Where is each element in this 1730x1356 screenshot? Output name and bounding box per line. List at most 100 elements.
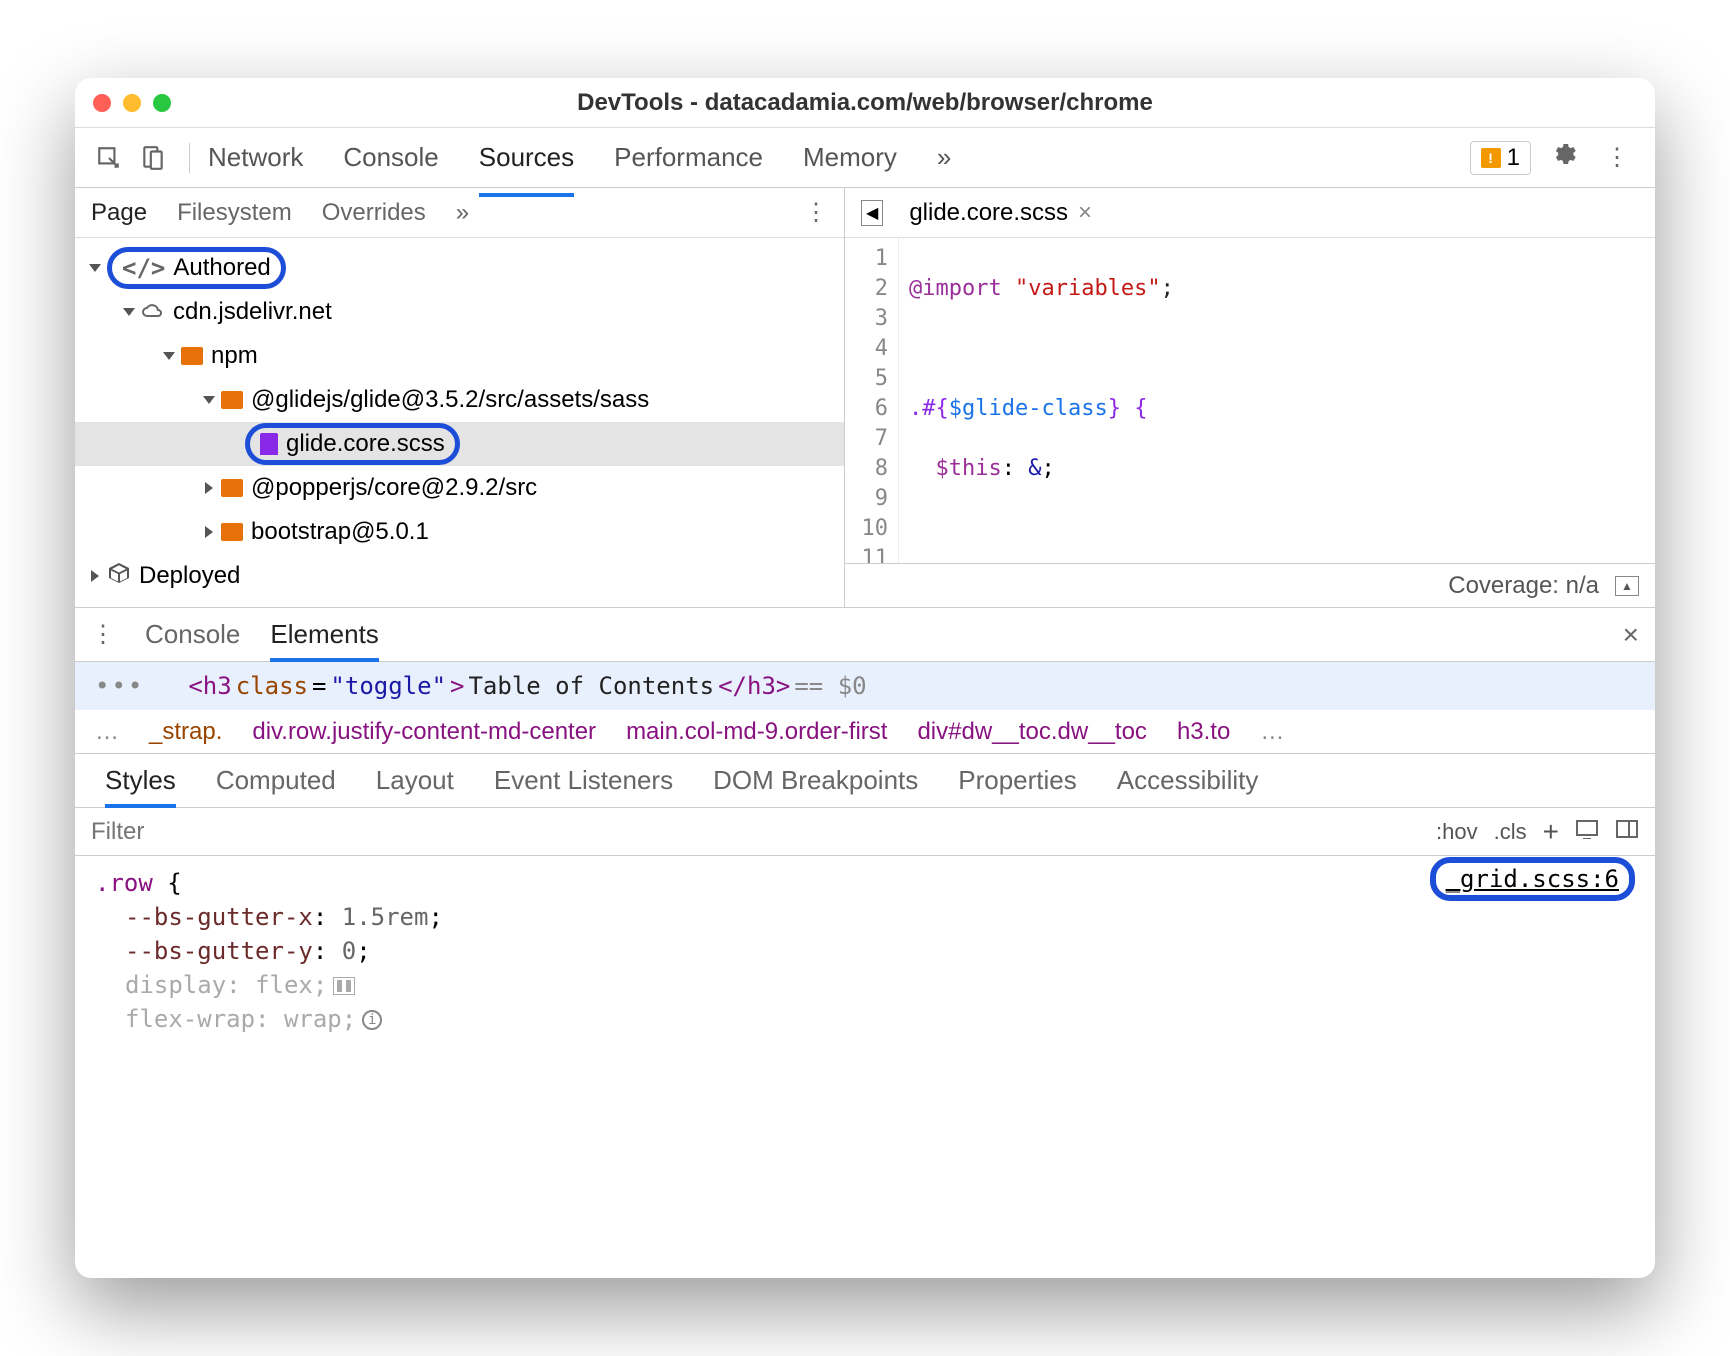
styles-tab-listeners[interactable]: Event Listeners (494, 765, 673, 796)
computed-toggle-icon[interactable] (1575, 819, 1599, 845)
more-menu-icon[interactable]: ⋮ (1595, 143, 1639, 172)
breadcrumb-item[interactable]: h3.to (1177, 718, 1230, 746)
deployed-label: Deployed (139, 562, 240, 590)
tree-cdn[interactable]: cdn.jsdelivr.net (75, 290, 844, 334)
titlebar: DevTools - datacadamia.com/web/browser/c… (75, 78, 1655, 128)
warning-count: 1 (1507, 144, 1520, 172)
styles-rule: _grid.scss:6 .row { --bs-gutter-x: 1.5re… (75, 856, 1655, 1046)
filter-actions: :hov .cls + (1436, 816, 1639, 848)
collapse-icon[interactable]: ▲ (1615, 576, 1639, 596)
styles-tab-properties[interactable]: Properties (958, 765, 1077, 796)
subtab-overrides[interactable]: Overrides (322, 199, 426, 227)
css-value[interactable]: 1.5rem (342, 903, 429, 931)
css-value[interactable]: wrap (284, 1005, 342, 1033)
tree-deployed[interactable]: Deployed (75, 554, 844, 598)
glide-file-label: glide.core.scss (286, 430, 445, 458)
breadcrumb-item[interactable]: div.row.justify-content-md-center (252, 718, 596, 746)
toggle-navigator-icon[interactable]: ◀ (861, 200, 883, 226)
drawer-menu-icon[interactable]: ⋮ (91, 620, 115, 649)
folder-icon (221, 391, 243, 409)
breadcrumb-item[interactable]: div#dw__toc.dw__toc (917, 718, 1146, 746)
navigator-menu-icon[interactable]: ⋮ (804, 198, 828, 227)
info-icon[interactable]: i (362, 1010, 382, 1030)
tree-npm[interactable]: npm (75, 334, 844, 378)
folder-icon (221, 523, 243, 541)
css-value[interactable]: flex (255, 971, 313, 999)
inspect-icon[interactable] (91, 140, 127, 176)
css-prop[interactable]: --bs-gutter-y (125, 937, 313, 965)
tab-more[interactable]: » (937, 130, 951, 185)
code-editor[interactable]: 1234567891011 @import "variables"; .#{$g… (845, 238, 1655, 563)
editor-pane: ◀ glide.core.scss × 1234567891011 @impor… (845, 188, 1655, 607)
close-window[interactable] (93, 94, 111, 112)
breadcrumb-item[interactable]: _strap. (149, 718, 222, 746)
subtab-more[interactable]: » (456, 199, 469, 227)
popper-label: @popperjs/core@2.9.2/src (251, 474, 537, 502)
coverage-bar: Coverage: n/a ▲ (845, 563, 1655, 607)
npm-label: npm (211, 342, 258, 370)
glide-path-label: @glidejs/glide@3.5.2/src/assets/sass (251, 386, 649, 414)
flex-badge-icon[interactable] (333, 977, 355, 995)
css-prop[interactable]: display (125, 971, 226, 999)
settings-gear-icon[interactable] (1539, 140, 1587, 175)
drawer-tab-console[interactable]: Console (145, 619, 240, 650)
authored-label: Authored (173, 254, 270, 282)
styles-filter-bar: :hov .cls + (75, 808, 1655, 856)
rule-source-link[interactable]: _grid.scss:6 (1430, 862, 1635, 896)
tab-console[interactable]: Console (343, 130, 438, 185)
issues-badge[interactable]: ! 1 (1470, 141, 1531, 175)
tree-popper[interactable]: @popperjs/core@2.9.2/src (75, 466, 844, 510)
minimize-window[interactable] (123, 94, 141, 112)
tab-sources[interactable]: Sources (479, 130, 574, 185)
maximize-window[interactable] (153, 94, 171, 112)
sidebar-toggle-icon[interactable] (1615, 819, 1639, 845)
file-tab[interactable]: glide.core.scss × (897, 193, 1104, 233)
elements-selected-node[interactable]: ••• <h3 class="toggle">Table of Contents… (75, 662, 1655, 710)
coverage-label: Coverage: n/a (1448, 572, 1599, 600)
css-value[interactable]: 0 (342, 937, 356, 965)
breadcrumb-overflow[interactable]: … (95, 718, 119, 746)
tree-authored[interactable]: </> Authored (75, 246, 844, 290)
drawer-tabs: ⋮ Console Elements × (75, 608, 1655, 662)
styles-tab-dombp[interactable]: DOM Breakpoints (713, 765, 918, 796)
close-tab-icon[interactable]: × (1078, 199, 1092, 227)
tree-glide-file[interactable]: glide.core.scss (75, 422, 844, 466)
window-title: DevTools - datacadamia.com/web/browser/c… (75, 89, 1655, 117)
subtab-page[interactable]: Page (91, 199, 147, 227)
new-rule-icon[interactable]: + (1543, 816, 1559, 848)
divider (189, 143, 190, 173)
styles-tab-accessibility[interactable]: Accessibility (1117, 765, 1259, 796)
styles-tabs: Styles Computed Layout Event Listeners D… (75, 754, 1655, 808)
css-prop[interactable]: flex-wrap (125, 1005, 255, 1033)
css-selector[interactable]: .row (95, 869, 153, 897)
tree-bootstrap[interactable]: bootstrap@5.0.1 (75, 510, 844, 554)
tab-memory[interactable]: Memory (803, 130, 897, 185)
breadcrumb-overflow[interactable]: … (1260, 718, 1284, 746)
close-drawer-icon[interactable]: × (1623, 619, 1639, 651)
styles-tab-styles[interactable]: Styles (105, 765, 176, 796)
styles-filter-input[interactable] (91, 818, 1436, 846)
chevron-right-icon (91, 570, 99, 582)
tab-performance[interactable]: Performance (614, 130, 763, 185)
code-content: @import "variables"; .#{$glide-class} { … (899, 238, 1346, 563)
hov-toggle[interactable]: :hov (1436, 819, 1478, 845)
main-toolbar: Network Console Sources Performance Memo… (75, 128, 1655, 188)
warning-icon: ! (1481, 148, 1501, 168)
cls-toggle[interactable]: .cls (1494, 819, 1527, 845)
breadcrumb-item[interactable]: main.col-md-9.order-first (626, 718, 887, 746)
bootstrap-label: bootstrap@5.0.1 (251, 518, 429, 546)
subtab-filesystem[interactable]: Filesystem (177, 199, 292, 227)
tree-glide-path[interactable]: @glidejs/glide@3.5.2/src/assets/sass (75, 378, 844, 422)
drawer-tab-elements[interactable]: Elements (270, 619, 378, 650)
navigator-tabs: Page Filesystem Overrides » ⋮ (75, 188, 844, 238)
ellipsis-icon: ••• (95, 672, 144, 700)
traffic-lights (93, 94, 171, 112)
cdn-label: cdn.jsdelivr.net (173, 298, 332, 326)
navigator-pane: Page Filesystem Overrides » ⋮ </> Author… (75, 188, 845, 607)
css-prop[interactable]: --bs-gutter-x (125, 903, 313, 931)
styles-tab-computed[interactable]: Computed (216, 765, 336, 796)
device-toggle-icon[interactable] (135, 140, 171, 176)
tab-network[interactable]: Network (208, 130, 303, 185)
styles-tab-layout[interactable]: Layout (376, 765, 454, 796)
chevron-right-icon (205, 526, 213, 538)
